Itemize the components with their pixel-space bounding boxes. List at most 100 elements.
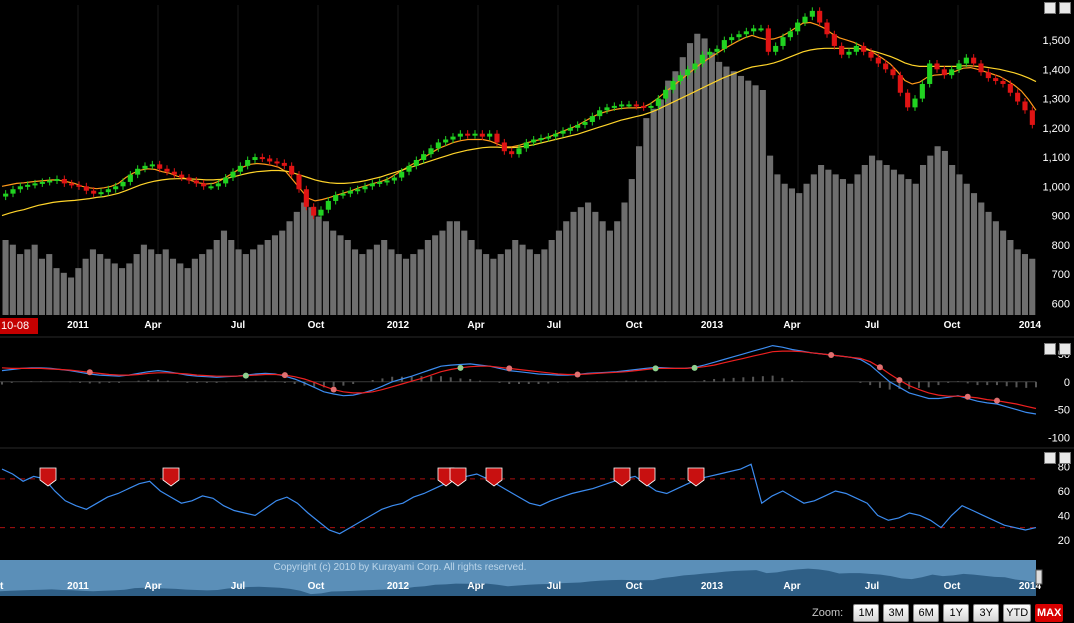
macd-histogram-bar [703,380,706,382]
macd-histogram-bar [381,378,384,382]
candle-body [633,104,639,107]
candle-body [443,139,449,143]
volume-bar [1029,258,1036,315]
macd-cross-marker [964,393,971,400]
candle-body [919,83,925,99]
macd-histogram-bar [966,381,969,384]
zoom-3y-button[interactable]: 3Y [973,604,1000,622]
volume-bar [570,211,577,315]
eraser-icon[interactable] [1059,2,1071,14]
macd-histogram-bar [225,381,228,383]
macd-histogram-bar [254,380,257,382]
candle-body [699,54,705,64]
volume-bar [483,254,490,315]
macd-histogram-bar [244,381,247,382]
macd-histogram-bar [30,381,33,382]
zoom-ytd-button[interactable]: YTD [1003,604,1032,622]
candle-body [597,110,603,117]
pencil-icon[interactable] [1044,343,1056,355]
candle-body [76,184,82,187]
volume-bar [992,221,999,315]
macd-histogram-bar [878,381,881,388]
price-axis-tick: 1,300 [1042,94,1070,106]
candle-body [707,51,713,55]
sell-signal-marker [485,467,503,487]
volume-bar [883,165,890,315]
candle-body [465,133,471,136]
volume-bar [446,221,453,315]
volume-bar [352,249,359,315]
candle-body [127,174,133,182]
volume-bar [643,118,650,315]
macd-histogram-bar [566,381,569,383]
volume-bar [876,160,883,315]
macd-histogram-bar [430,376,433,382]
volume-bar [592,211,599,315]
volume-bar [636,146,643,315]
x-axis-label: Apr [144,320,161,331]
volume-bar [949,165,956,315]
candle-body [208,186,214,189]
eraser-icon[interactable] [1059,452,1071,464]
volume-bar [89,249,96,315]
x-axis-label: 2012 [387,320,410,331]
zoom-6m-button[interactable]: 6M [913,604,940,622]
navigator-label: Apr [144,581,161,592]
macd-histogram-bar [664,381,667,382]
candle-body [406,165,412,172]
chart-canvas: 6007008009001,0001,1001,2001,3001,4001,5… [0,5,1074,596]
volume-bar [315,216,322,315]
macd-histogram-bar [615,381,618,382]
candle-body [245,160,251,166]
volume-bar [519,244,526,315]
candle-body [751,28,757,32]
volume-bar [534,254,541,315]
price-axis-tick: 800 [1052,240,1070,252]
volume-bar [461,230,468,315]
x-axis-label: Oct [626,320,643,331]
candle-body [142,165,148,169]
candle-body [736,34,742,38]
volume-bar [861,165,868,315]
pencil-icon[interactable] [1044,2,1056,14]
macd-histogram-bar [371,380,374,382]
macd-cross-marker [506,365,513,372]
volume-bar [82,258,89,315]
sell-signal-marker [39,467,57,487]
candle-body [897,75,903,93]
candle-body [648,105,654,108]
zoom-1m-button[interactable]: 1M [853,604,880,622]
volume-bar [250,249,257,315]
macd-histogram-bar [976,381,979,386]
candle-body [318,209,324,216]
eraser-icon[interactable] [1059,343,1071,355]
candle-body [435,142,441,149]
pencil-icon[interactable] [1044,452,1056,464]
candle-body [157,164,163,169]
candle-body [17,186,23,190]
navigator-label: Jul [231,581,246,592]
x-axis-label: Oct [944,320,961,331]
candle-body [912,98,918,108]
candle-body [179,174,185,178]
macd-histogram-bar [352,381,355,384]
candle-body [494,133,500,143]
volume-bar [264,240,271,315]
candle-body [853,45,859,52]
candle-body [780,37,786,46]
candle-body [113,186,119,190]
candle-body [120,181,126,187]
candle-body [714,48,720,52]
zoom-max-button[interactable]: MAX [1035,604,1064,622]
candle-body [237,165,243,172]
candle-body [604,107,610,111]
zoom-1y-button[interactable]: 1Y [943,604,970,622]
x-axis-label: Oct [308,320,325,331]
volume-bar [526,249,533,315]
zoom-3m-button[interactable]: 3M [883,604,910,622]
candle-body [575,124,581,128]
price-axis-tick: 1,200 [1042,123,1070,135]
macd-histogram-bar [293,381,296,384]
volume-bar [825,169,832,315]
candle-body [230,171,236,178]
